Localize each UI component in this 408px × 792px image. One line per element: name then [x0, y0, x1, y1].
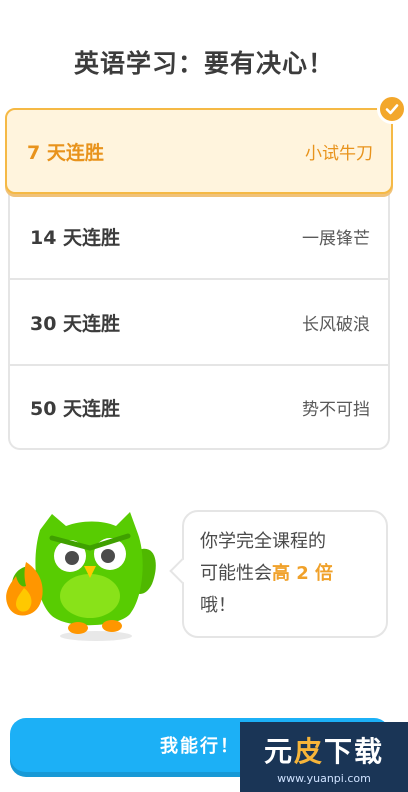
owl-pupil-left: [65, 551, 79, 565]
streak-goal-screen: 英语学习：要有决心！ 7 天连胜 小试牛刀 14 天连胜 一展锋芒 30 天连胜…: [0, 0, 408, 792]
owl-pupil-right: [101, 549, 115, 563]
goal-streak-label: 14 天连胜: [30, 226, 121, 249]
goal-tag-label: 长风破浪: [302, 314, 370, 335]
goal-tag-label: 小试牛刀: [305, 143, 373, 164]
owl-shadow: [60, 631, 132, 641]
bubble-tail: [169, 558, 195, 584]
owl-foot-right: [102, 620, 122, 632]
watermark-text: 元皮下载: [263, 734, 385, 768]
streak-goal-list: 7 天连胜 小试牛刀 14 天连胜 一展锋芒 30 天连胜 长风破浪 50 天连…: [5, 94, 407, 450]
watermark-logo: 元皮下载 www.yuanpi.com: [240, 722, 408, 792]
watermark-url: www.yuanpi.com: [277, 771, 371, 785]
bubble-line: 哦！: [200, 595, 236, 616]
owl-mascot: [6, 512, 156, 641]
goal-streak-label: 30 天连胜: [30, 312, 121, 335]
goal-option-7-days[interactable]: 7 天连胜 小试牛刀: [5, 94, 407, 194]
checkmark-icon: [377, 94, 407, 124]
page-title: 英语学习：要有决心！: [73, 49, 334, 78]
goal-streak-label: 50 天连胜: [30, 397, 121, 420]
goal-option-50-days[interactable]: 50 天连胜 势不可挡: [8, 366, 390, 450]
goal-tag-label: 一展锋芒: [302, 228, 370, 249]
bubble-line: 可能性会高 2 倍: [200, 558, 370, 590]
speech-bubble: 你学完全课程的 可能性会高 2 倍 哦！: [169, 510, 388, 638]
goal-option-30-days[interactable]: 30 天连胜 长风破浪: [8, 280, 390, 366]
goal-tag-label: 势不可挡: [302, 399, 370, 420]
bubble-highlight: 高 2 倍: [272, 563, 334, 584]
owl-foot-left: [68, 622, 88, 634]
bubble-line: 你学完全课程的: [200, 531, 326, 552]
goal-streak-label: 7 天连胜: [27, 141, 104, 164]
goal-option-14-days[interactable]: 14 天连胜 一展锋芒: [8, 194, 390, 280]
owl-belly: [60, 574, 120, 618]
bubble-text: 可能性会: [200, 563, 272, 584]
